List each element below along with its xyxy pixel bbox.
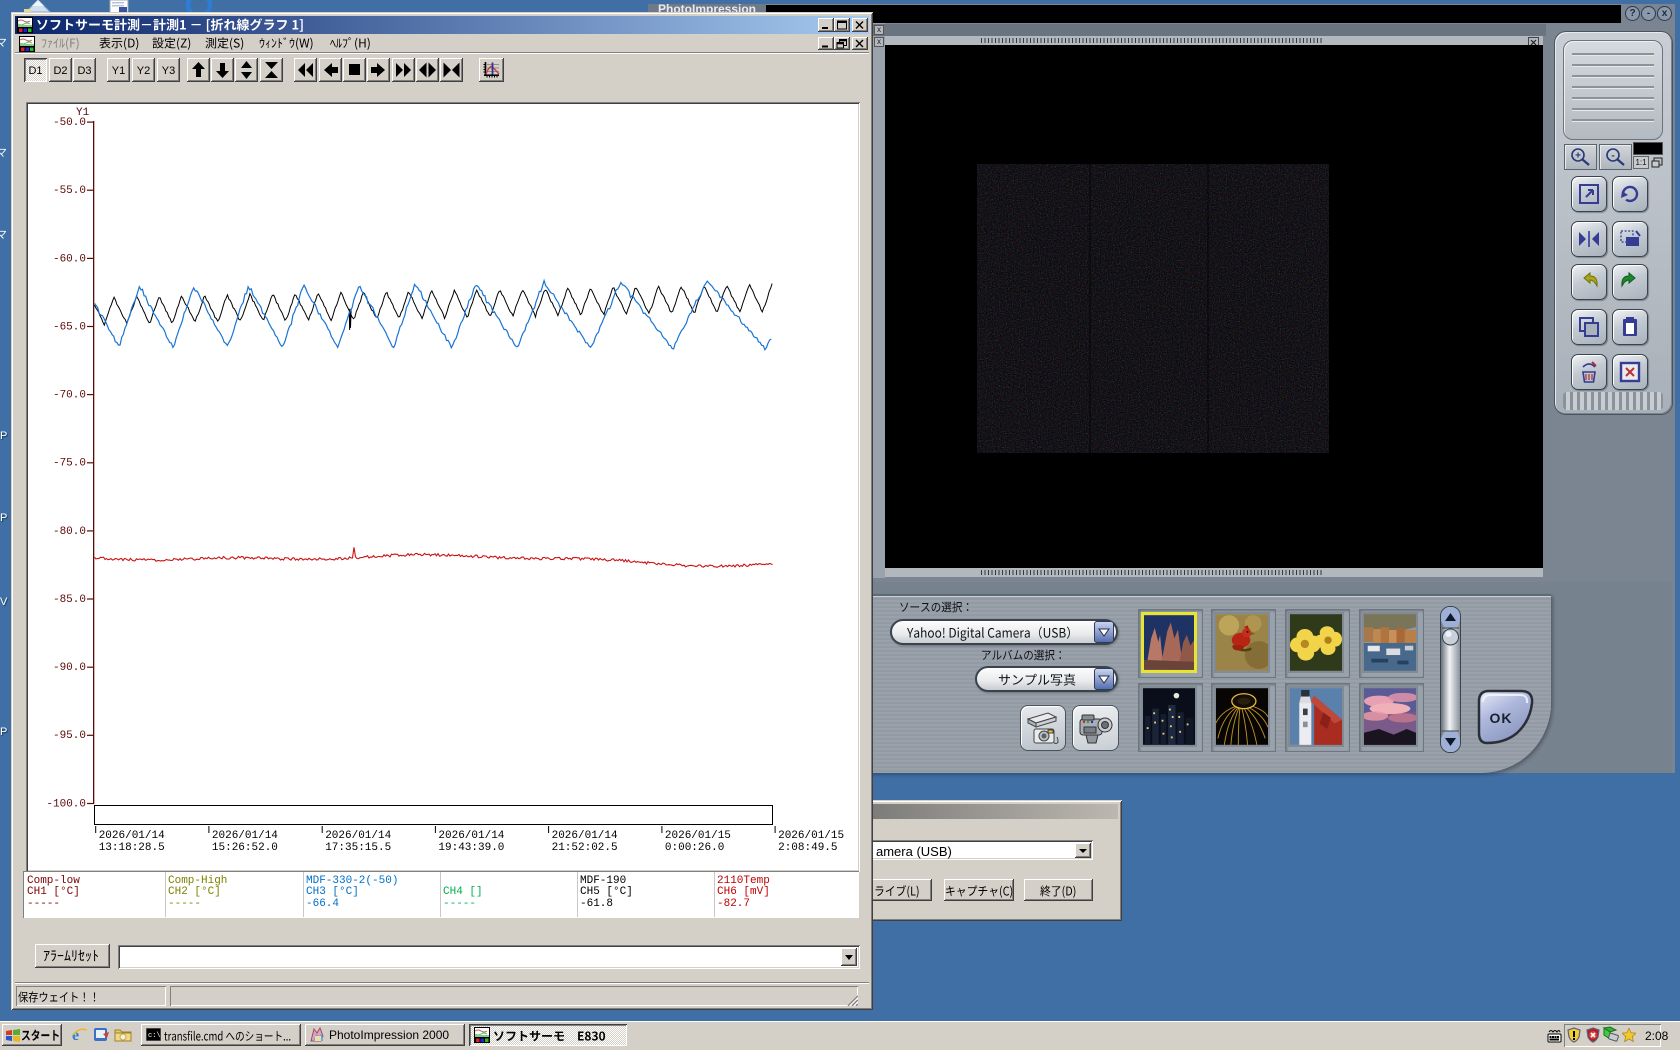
svg-text:OK: OK	[1490, 710, 1513, 726]
svg-text:-: -	[1611, 151, 1614, 162]
svg-text:c:\: c:\	[148, 1032, 161, 1040]
svg-text:+: +	[1575, 151, 1581, 162]
